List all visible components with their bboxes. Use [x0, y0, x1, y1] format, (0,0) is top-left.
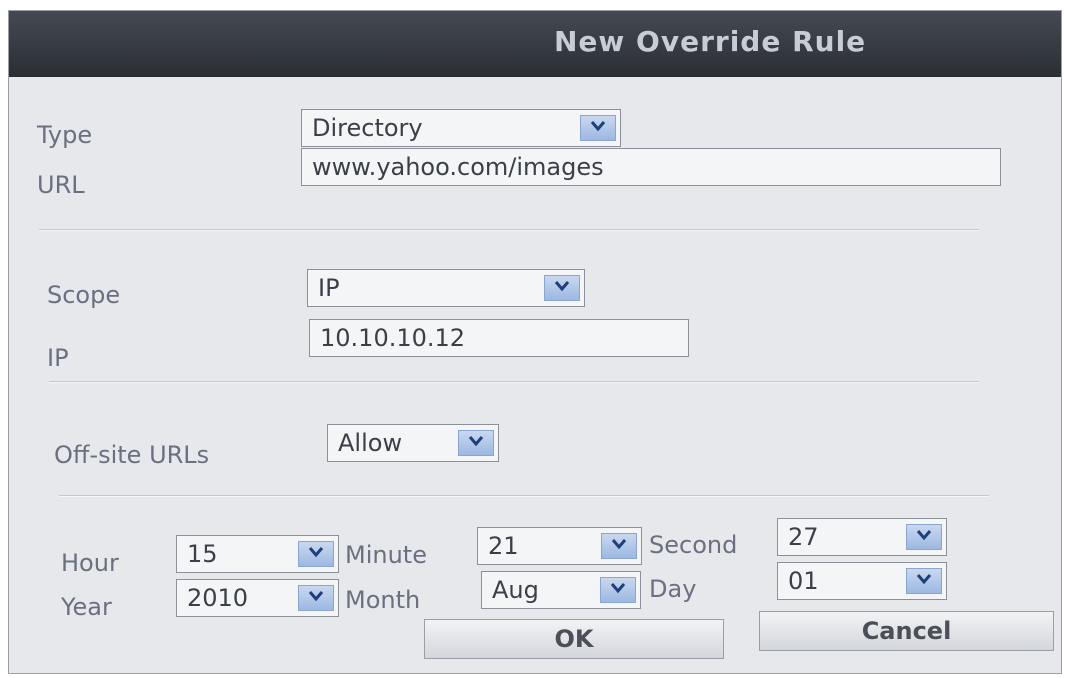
offsite-urls-label: Off-site URLs: [54, 441, 210, 469]
day-label: Day: [649, 575, 697, 603]
chevron-down-icon[interactable]: [544, 275, 580, 301]
cancel-button[interactable]: Cancel: [759, 611, 1054, 651]
minute-select[interactable]: 21: [477, 527, 642, 565]
offsite-urls-select[interactable]: Allow: [327, 424, 499, 462]
month-select[interactable]: Aug: [481, 571, 641, 609]
second-select[interactable]: 27: [777, 518, 947, 556]
minute-label: Minute: [345, 541, 427, 569]
ip-input[interactable]: 10.10.10.12: [309, 319, 689, 357]
separator: [39, 229, 979, 231]
chevron-down-icon[interactable]: [458, 430, 494, 456]
ip-label: IP: [47, 344, 69, 372]
chevron-down-icon[interactable]: [580, 115, 616, 141]
month-select-value: Aug: [492, 576, 539, 604]
chevron-down-icon[interactable]: [600, 577, 636, 603]
second-select-value: 27: [788, 523, 819, 551]
scope-select[interactable]: IP: [307, 269, 585, 307]
chevron-down-icon[interactable]: [298, 585, 334, 611]
scope-label: Scope: [47, 281, 121, 309]
hour-select-value: 15: [187, 540, 218, 568]
url-label: URL: [37, 171, 85, 199]
separator: [59, 495, 989, 497]
day-select[interactable]: 01: [777, 562, 947, 600]
chevron-down-icon[interactable]: [298, 541, 334, 567]
override-rule-dialog: New Override Rule Type Directory URL www…: [8, 10, 1062, 674]
dialog-title: New Override Rule: [554, 25, 867, 58]
type-label: Type: [37, 121, 93, 149]
year-select[interactable]: 2010: [176, 579, 339, 617]
year-select-value: 2010: [187, 584, 249, 612]
type-select-value: Directory: [312, 114, 423, 142]
scope-select-value: IP: [318, 274, 340, 302]
type-select[interactable]: Directory: [301, 109, 621, 147]
ok-button[interactable]: OK: [424, 619, 724, 659]
second-label: Second: [649, 531, 738, 559]
chevron-down-icon[interactable]: [601, 533, 637, 559]
title-bar[interactable]: New Override Rule: [9, 11, 1061, 77]
hour-select[interactable]: 15: [176, 535, 339, 573]
year-label: Year: [61, 593, 112, 621]
chevron-down-icon[interactable]: [906, 568, 942, 594]
url-input[interactable]: www.yahoo.com/images: [301, 148, 1001, 186]
month-label: Month: [345, 586, 421, 614]
separator: [49, 381, 979, 383]
hour-label: Hour: [61, 549, 119, 577]
minute-select-value: 21: [488, 532, 519, 560]
offsite-urls-select-value: Allow: [338, 429, 403, 457]
chevron-down-icon[interactable]: [906, 524, 942, 550]
day-select-value: 01: [788, 567, 819, 595]
